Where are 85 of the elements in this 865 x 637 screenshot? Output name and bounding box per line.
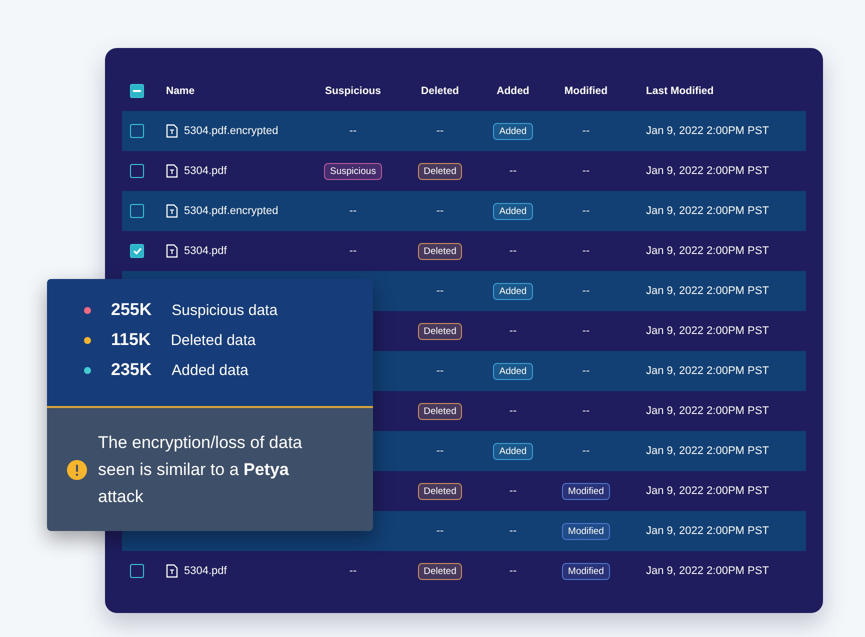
row-checkbox[interactable]	[130, 124, 144, 138]
status-badge: Modified	[562, 562, 610, 580]
empty-value: --	[436, 125, 444, 137]
row-checkbox[interactable]	[130, 244, 144, 258]
row-checkbox[interactable]	[130, 204, 144, 218]
column-header[interactable]: Suspicious	[324, 85, 381, 97]
empty-value: --	[509, 405, 517, 417]
empty-value: --	[582, 285, 590, 297]
file-icon	[166, 204, 178, 218]
select-all-checkbox[interactable]	[130, 84, 144, 98]
status-badge: Added	[493, 122, 533, 140]
stat-value: 235K	[111, 360, 152, 380]
status-badge: Deleted	[418, 162, 462, 180]
column-header[interactable]: Modified	[564, 85, 608, 97]
date-text: Jan 9, 2022 2:00PM PST	[646, 365, 769, 377]
column-header[interactable]: Added	[496, 85, 530, 97]
date-text: Jan 9, 2022 2:00PM PST	[646, 285, 769, 297]
file-icon	[166, 124, 178, 138]
empty-value: --	[509, 245, 517, 257]
date-text: Jan 9, 2022 2:00PM PST	[646, 525, 769, 537]
stat-label: Added data	[172, 362, 248, 378]
file-name: 5304.pdf	[184, 245, 227, 257]
date-text: Jan 9, 2022 2:00PM PST	[646, 405, 769, 417]
stat-value: 255K	[111, 300, 152, 320]
status-badge: Added	[493, 362, 533, 380]
empty-value: --	[509, 325, 517, 337]
status-badge: Added	[493, 282, 533, 300]
file-name: 5304.pdf.encrypted	[184, 125, 278, 137]
empty-value: --	[509, 485, 517, 497]
minus-icon	[133, 87, 141, 95]
stat-label: Deleted data	[170, 332, 256, 348]
date-text: Jan 9, 2022 2:00PM PST	[646, 325, 769, 337]
status-badge: Deleted	[418, 242, 462, 260]
date-text: Jan 9, 2022 2:00PM PST	[646, 125, 769, 137]
file-icon	[166, 164, 178, 178]
status-badge: Deleted	[418, 322, 462, 340]
empty-value: --	[509, 525, 517, 537]
status-badge: Added	[493, 442, 533, 460]
status-badge: Modified	[562, 522, 610, 540]
empty-value: --	[582, 165, 590, 177]
empty-value: --	[582, 445, 590, 457]
column-header[interactable]: Last Modified	[646, 85, 714, 97]
empty-value: --	[349, 245, 357, 257]
stat-value: 115K	[111, 330, 151, 350]
empty-value: --	[436, 205, 444, 217]
empty-value: --	[436, 525, 444, 537]
empty-value: --	[582, 125, 590, 137]
status-badge: Suspicious	[324, 162, 382, 180]
date-text: Jan 9, 2022 2:00PM PST	[646, 445, 769, 457]
column-header[interactable]: Deleted	[421, 85, 459, 97]
empty-value: --	[349, 125, 357, 137]
file-icon	[166, 244, 178, 258]
file-icon	[166, 564, 178, 578]
date-text: Jan 9, 2022 2:00PM PST	[646, 485, 769, 497]
date-text: Jan 9, 2022 2:00PM PST	[646, 565, 769, 577]
empty-value: --	[509, 565, 517, 577]
column-header[interactable]: Name	[166, 85, 195, 97]
file-name: 5304.pdf	[184, 565, 227, 577]
check-icon	[132, 247, 142, 255]
empty-value: --	[582, 245, 590, 257]
empty-value: --	[582, 205, 590, 217]
empty-value: --	[436, 365, 444, 377]
warning-icon	[67, 460, 87, 480]
empty-value: --	[349, 205, 357, 217]
empty-value: --	[436, 445, 444, 457]
row-checkbox[interactable]	[130, 564, 144, 578]
empty-value: --	[349, 565, 357, 577]
date-text: Jan 9, 2022 2:00PM PST	[646, 205, 769, 217]
stat-label: Suspicious data	[172, 302, 278, 318]
empty-value: --	[582, 365, 590, 377]
empty-value: --	[582, 405, 590, 417]
empty-value: --	[436, 285, 444, 297]
status-badge: Modified	[562, 482, 610, 500]
status-badge: Deleted	[418, 402, 462, 420]
status-badge: Added	[493, 202, 533, 220]
status-badge: Deleted	[418, 562, 462, 580]
empty-value: --	[582, 325, 590, 337]
status-badge: Deleted	[418, 482, 462, 500]
alert-message: The encryption/loss of data seen is similar to a Petya attack	[98, 432, 304, 508]
row-checkbox[interactable]	[130, 164, 144, 178]
file-name: 5304.pdf.encrypted	[184, 205, 278, 217]
file-name: 5304.pdf	[184, 165, 227, 177]
empty-value: --	[509, 165, 517, 177]
date-text: Jan 9, 2022 2:00PM PST	[646, 245, 769, 257]
date-text: Jan 9, 2022 2:00PM PST	[646, 165, 769, 177]
